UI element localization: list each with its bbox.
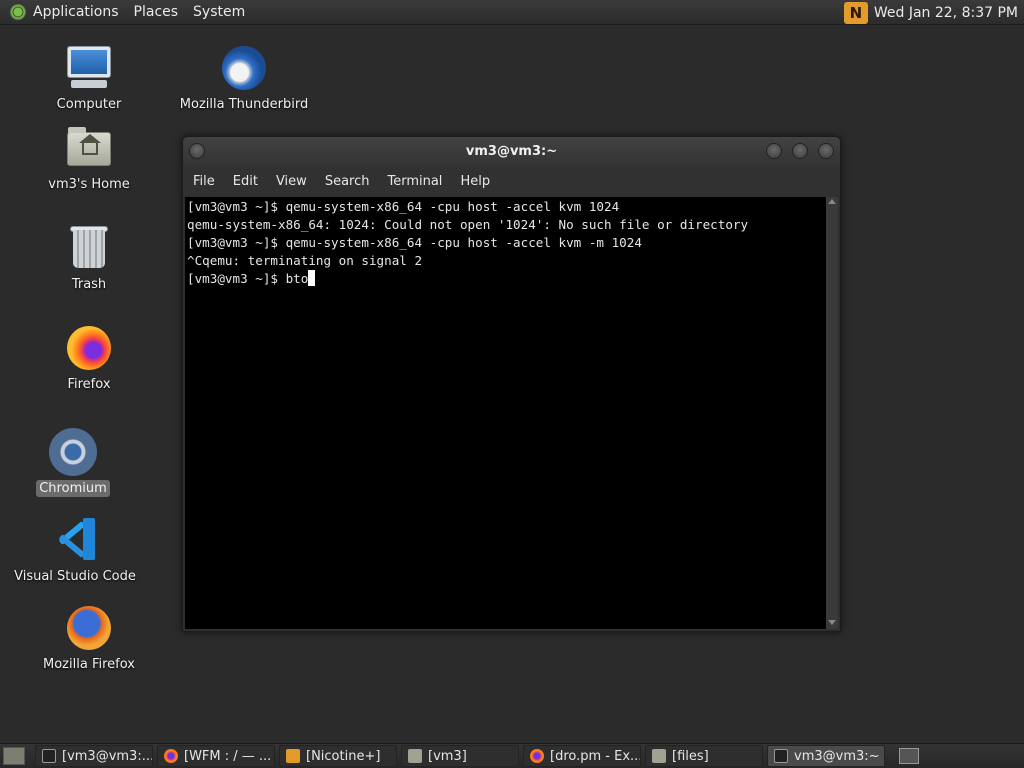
window-title: vm3@vm3:~ [465, 144, 558, 159]
taskbar-item-files[interactable]: [files] [645, 745, 763, 767]
taskbar-item-vm3-folder[interactable]: [vm3] [401, 745, 519, 767]
taskbar-item-label: [vm3@vm3:... [62, 748, 153, 764]
distro-logo-icon[interactable] [9, 3, 27, 21]
desktop-icon-label: Computer [56, 97, 122, 112]
terminal-menubar: File Edit View Search Terminal Help [183, 167, 840, 195]
taskbar-item-label: [vm3] [428, 748, 467, 764]
terminal-line: [vm3@vm3 ~]$ qemu-system-x86_64 -cpu hos… [187, 235, 642, 250]
desktop-icon-mozilla-firefox[interactable]: Mozilla Firefox [14, 604, 164, 673]
desktop-icon-computer[interactable]: Computer [14, 44, 164, 113]
taskbar-item-label: vm3@vm3:~ [794, 748, 880, 764]
taskbar-item-dro-pm[interactable]: [dro.pm - Ex... [523, 745, 641, 767]
menu-view[interactable]: View [276, 174, 307, 189]
bottom-taskbar: [vm3@vm3:... [WFM : / — ... [Nicotine+] … [0, 743, 1024, 768]
text-cursor [308, 270, 316, 286]
desktop-icon-vscode[interactable]: Visual Studio Code [0, 516, 150, 585]
taskbar-item-label: [Nicotine+] [306, 748, 381, 764]
nicotine-icon [286, 749, 300, 763]
desktop-icon-label: Chromium [36, 480, 110, 497]
taskbar-item-terminal[interactable]: [vm3@vm3:... [35, 745, 153, 767]
show-desktop-button[interactable] [3, 747, 25, 765]
folder-icon [408, 749, 422, 763]
folder-icon [652, 749, 666, 763]
desktop-icon-trash[interactable]: Trash [14, 224, 164, 293]
terminal-icon [774, 749, 788, 763]
taskbar-item-nicotine[interactable]: [Nicotine+] [279, 745, 397, 767]
desktop-icon-label: Trash [71, 277, 107, 292]
scroll-down-arrow-icon[interactable] [828, 620, 836, 625]
taskbar-item-terminal-active[interactable]: vm3@vm3:~ [767, 745, 885, 767]
terminal-prompt-line[interactable]: [vm3@vm3 ~]$ bto [187, 270, 825, 288]
nicotine-plus-icon[interactable]: N [843, 1, 868, 24]
computer-icon [65, 44, 113, 92]
taskbar-item-label: [dro.pm - Ex... [550, 748, 641, 764]
terminal-line: [vm3@vm3 ~]$ qemu-system-x86_64 -cpu hos… [187, 199, 620, 214]
desktop-icon-label: Mozilla Firefox [43, 657, 135, 672]
workspace-switcher[interactable] [899, 748, 919, 764]
trash-icon [65, 224, 113, 272]
desktop-icon-label: Mozilla Thunderbird [179, 97, 309, 112]
terminal-line: qemu-system-x86_64: 1024: Could not open… [187, 217, 749, 232]
desktop-icon-firefox[interactable]: Firefox [14, 324, 164, 393]
applications-menu[interactable]: Applications [33, 4, 119, 20]
terminal-window[interactable]: vm3@vm3:~ File Edit View Search Terminal… [182, 136, 841, 632]
taskbar-item-wfm[interactable]: [WFM : / — ... [157, 745, 275, 767]
terminal-icon [42, 749, 56, 763]
close-button[interactable] [818, 143, 834, 159]
desktop-icon-home[interactable]: vm3's Home [14, 124, 164, 193]
menu-search[interactable]: Search [325, 174, 370, 189]
top-panel: Applications Places System N Wed Jan 22,… [0, 0, 1024, 25]
maximize-button[interactable] [792, 143, 808, 159]
desktop-icon-label: Visual Studio Code [14, 569, 136, 584]
taskbar-item-label: [files] [672, 748, 709, 764]
clock[interactable]: Wed Jan 22, 8:37 PM [874, 5, 1018, 21]
home-folder-icon [65, 124, 113, 172]
terminal-scrollbar[interactable] [826, 197, 838, 629]
minimize-button[interactable] [766, 143, 782, 159]
terminal-line: ^Cqemu: terminating on signal 2 [187, 253, 423, 268]
scroll-up-arrow-icon[interactable] [828, 199, 836, 204]
desktop-icon-label: vm3's Home [48, 177, 130, 192]
firefox-icon [65, 324, 113, 372]
taskbar-item-label: [WFM : / — ... [184, 748, 272, 764]
vscode-icon [51, 516, 99, 564]
desktop-icon-chromium[interactable]: Chromium [0, 428, 148, 497]
window-titlebar[interactable]: vm3@vm3:~ [183, 137, 840, 167]
menu-edit[interactable]: Edit [233, 174, 258, 189]
desktop-icon-label: Firefox [67, 377, 111, 392]
firefox-icon [530, 749, 544, 763]
chromium-icon [49, 428, 97, 476]
mozilla-firefox-icon [65, 604, 113, 652]
desktop-icon-thunderbird[interactable]: Mozilla Thunderbird [169, 44, 319, 113]
firefox-icon [164, 749, 178, 763]
system-menu[interactable]: System [193, 4, 245, 20]
menu-help[interactable]: Help [460, 174, 490, 189]
terminal-line: [vm3@vm3 ~]$ bto [187, 271, 309, 286]
menu-file[interactable]: File [193, 174, 215, 189]
terminal-output[interactable]: [vm3@vm3 ~]$ qemu-system-x86_64 -cpu hos… [185, 197, 827, 629]
menu-terminal[interactable]: Terminal [387, 174, 442, 189]
thunderbird-icon [220, 44, 268, 92]
places-menu[interactable]: Places [134, 4, 179, 20]
